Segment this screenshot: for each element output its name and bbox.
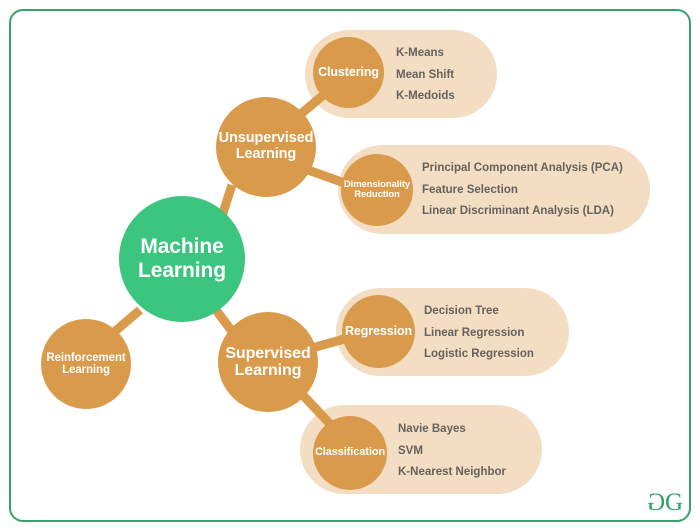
list-item: K-Means [396,47,444,59]
node-unsupervised-learning-label-1: Unsupervised [218,130,314,147]
list-item: K-Nearest Neighbor [398,466,506,478]
logo-left-glyph: G [647,489,665,516]
list-item: Linear Discriminant Analysis (LDA) [422,205,614,217]
list-item: Logistic Regression [424,348,534,360]
node-clustering[interactable]: Clustering [313,37,384,108]
node-dimensionality-reduction-label-1: Dimensionality [343,178,411,190]
list-item: K-Medoids [396,90,455,102]
node-machine-learning-label-2: Learning [138,259,226,282]
item-list-dimensionality-reduction: Principal Component Analysis (PCA) Featu… [422,162,623,218]
edge-root-reinforcement [110,306,143,337]
node-machine-learning-label-1: Machine [140,235,224,259]
node-reinforcement-learning-label-1: Reinforcement [46,351,126,364]
edge-supervised-classification [296,388,334,428]
item-list-clustering: K-Means Mean Shift K-Medoids [396,47,455,103]
node-regression[interactable]: Regression [342,295,415,368]
list-item: Mean Shift [396,68,455,81]
node-supervised-learning-label-2: Learning [234,362,302,379]
node-regression-label: Regression [344,323,413,338]
node-dimensionality-reduction-label-2: Reduction [354,189,400,200]
geeksforgeeks-logo-icon: GG [647,489,683,516]
list-item: Decision Tree [424,305,499,317]
list-item: Feature Selection [422,183,518,196]
diagram-canvas: Machine Learning Unsupervised Learning S… [0,0,700,531]
item-list-classification: Navie Bayes SVM K-Nearest Neighbor [398,423,506,479]
node-machine-learning[interactable]: Machine Learning [119,196,245,322]
node-supervised-learning[interactable]: Supervised Learning [218,312,318,412]
list-item: Linear Regression [424,326,525,339]
node-classification-label: Classification [314,446,386,459]
node-reinforcement-learning[interactable]: Reinforcement Learning [41,319,131,409]
node-dimensionality-reduction[interactable]: Dimensionality Reduction [341,154,413,226]
list-item: Navie Bayes [398,423,466,435]
node-clustering-label: Clustering [318,64,379,79]
node-unsupervised-learning-label-2: Learning [235,146,297,162]
node-classification[interactable]: Classification [313,416,387,490]
node-supervised-learning-label-1: Supervised [225,344,311,362]
node-unsupervised-learning[interactable]: Unsupervised Learning [216,97,316,197]
item-list-regression: Decision Tree Linear Regression Logistic… [424,305,534,361]
logo-right-glyph: G [664,489,683,516]
node-reinforcement-learning-label-2: Learning [62,364,110,376]
list-item: SVM [398,444,423,457]
list-item: Principal Component Analysis (PCA) [422,162,623,174]
